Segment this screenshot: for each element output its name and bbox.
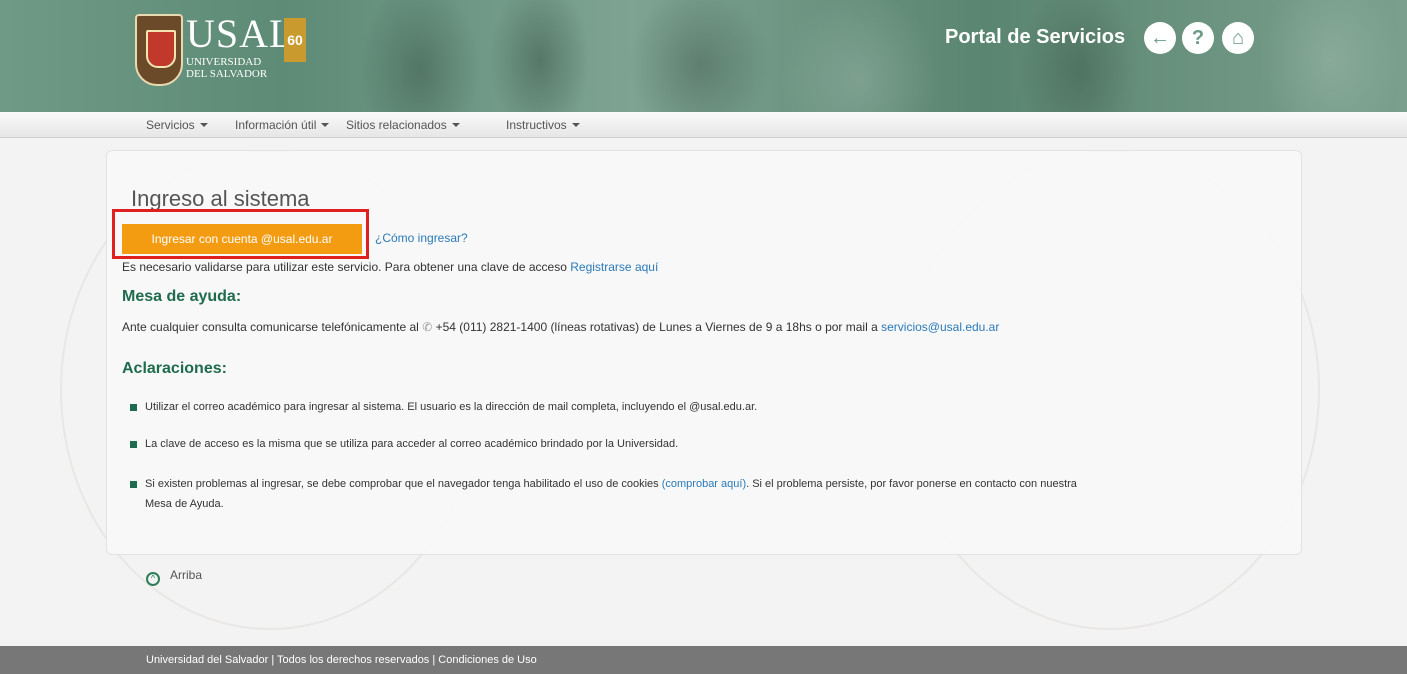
usal-logo[interactable]: USAL UNIVERSIDAD DEL SALVADOR 60 xyxy=(130,12,310,96)
contact-text: Ante cualquier consulta comunicarse tele… xyxy=(122,320,1000,334)
login-usal-button[interactable]: Ingresar con cuenta @usal.edu.ar xyxy=(122,224,362,254)
caret-down-icon xyxy=(321,123,330,127)
phone-icon: ✆ xyxy=(422,320,433,334)
home-icon: ⌂ xyxy=(1231,27,1245,49)
anniversary-badge: 60 xyxy=(284,18,306,62)
chevron-up-icon: ^ xyxy=(146,572,160,586)
help-button[interactable]: ? xyxy=(1182,22,1214,54)
bullet-square-icon xyxy=(130,481,137,488)
how-to-login-link[interactable]: ¿Cómo ingresar? xyxy=(375,231,468,245)
footer: Universidad del Salvador | Todos los der… xyxy=(0,646,1407,674)
caret-down-icon xyxy=(571,123,580,127)
nav-informacion-util[interactable]: Información útil xyxy=(235,118,330,132)
email-link[interactable]: servicios@usal.edu.ar xyxy=(881,320,999,334)
register-link[interactable]: Registrarse aquí xyxy=(570,260,658,274)
nav-instructivos[interactable]: Instructivos xyxy=(506,118,580,132)
question-icon: ? xyxy=(1191,27,1205,49)
home-button[interactable]: ⌂ xyxy=(1222,22,1254,54)
helpdesk-heading: Mesa de ayuda: xyxy=(122,288,242,305)
portal-title: Portal de Servicios xyxy=(945,26,1126,48)
list-item: Utilizar el correo académico para ingres… xyxy=(130,397,757,417)
bullet-square-icon xyxy=(130,441,137,448)
back-button[interactable]: ← xyxy=(1144,22,1176,54)
list-item: Si existen problemas al ingresar, se deb… xyxy=(130,474,1280,514)
back-to-top-link[interactable]: ^ Arriba xyxy=(146,568,202,586)
crest-icon xyxy=(135,14,183,86)
logo-subtitle: UNIVERSIDAD DEL SALVADOR xyxy=(186,56,268,80)
logo-text: USAL xyxy=(186,11,295,56)
nav-sitios-relacionados[interactable]: Sitios relacionados xyxy=(346,118,460,132)
caret-down-icon xyxy=(451,123,460,127)
list-item: La clave de acceso es la misma que se ut… xyxy=(130,434,678,454)
main-nav: Servicios Información útil Sitios relaci… xyxy=(0,112,1407,138)
nav-servicios[interactable]: Servicios xyxy=(146,118,208,132)
page-title: Ingreso al sistema xyxy=(131,186,310,211)
check-cookies-link[interactable]: (comprobar aquí) xyxy=(662,478,746,490)
caret-down-icon xyxy=(199,123,208,127)
notes-heading: Aclaraciones: xyxy=(122,360,227,377)
bullet-square-icon xyxy=(130,404,137,411)
validation-note: Es necesario validarse para utilizar est… xyxy=(122,260,659,274)
arrow-left-icon: ← xyxy=(1150,27,1170,49)
header-banner: USAL UNIVERSIDAD DEL SALVADOR 60 Portal … xyxy=(0,0,1407,112)
